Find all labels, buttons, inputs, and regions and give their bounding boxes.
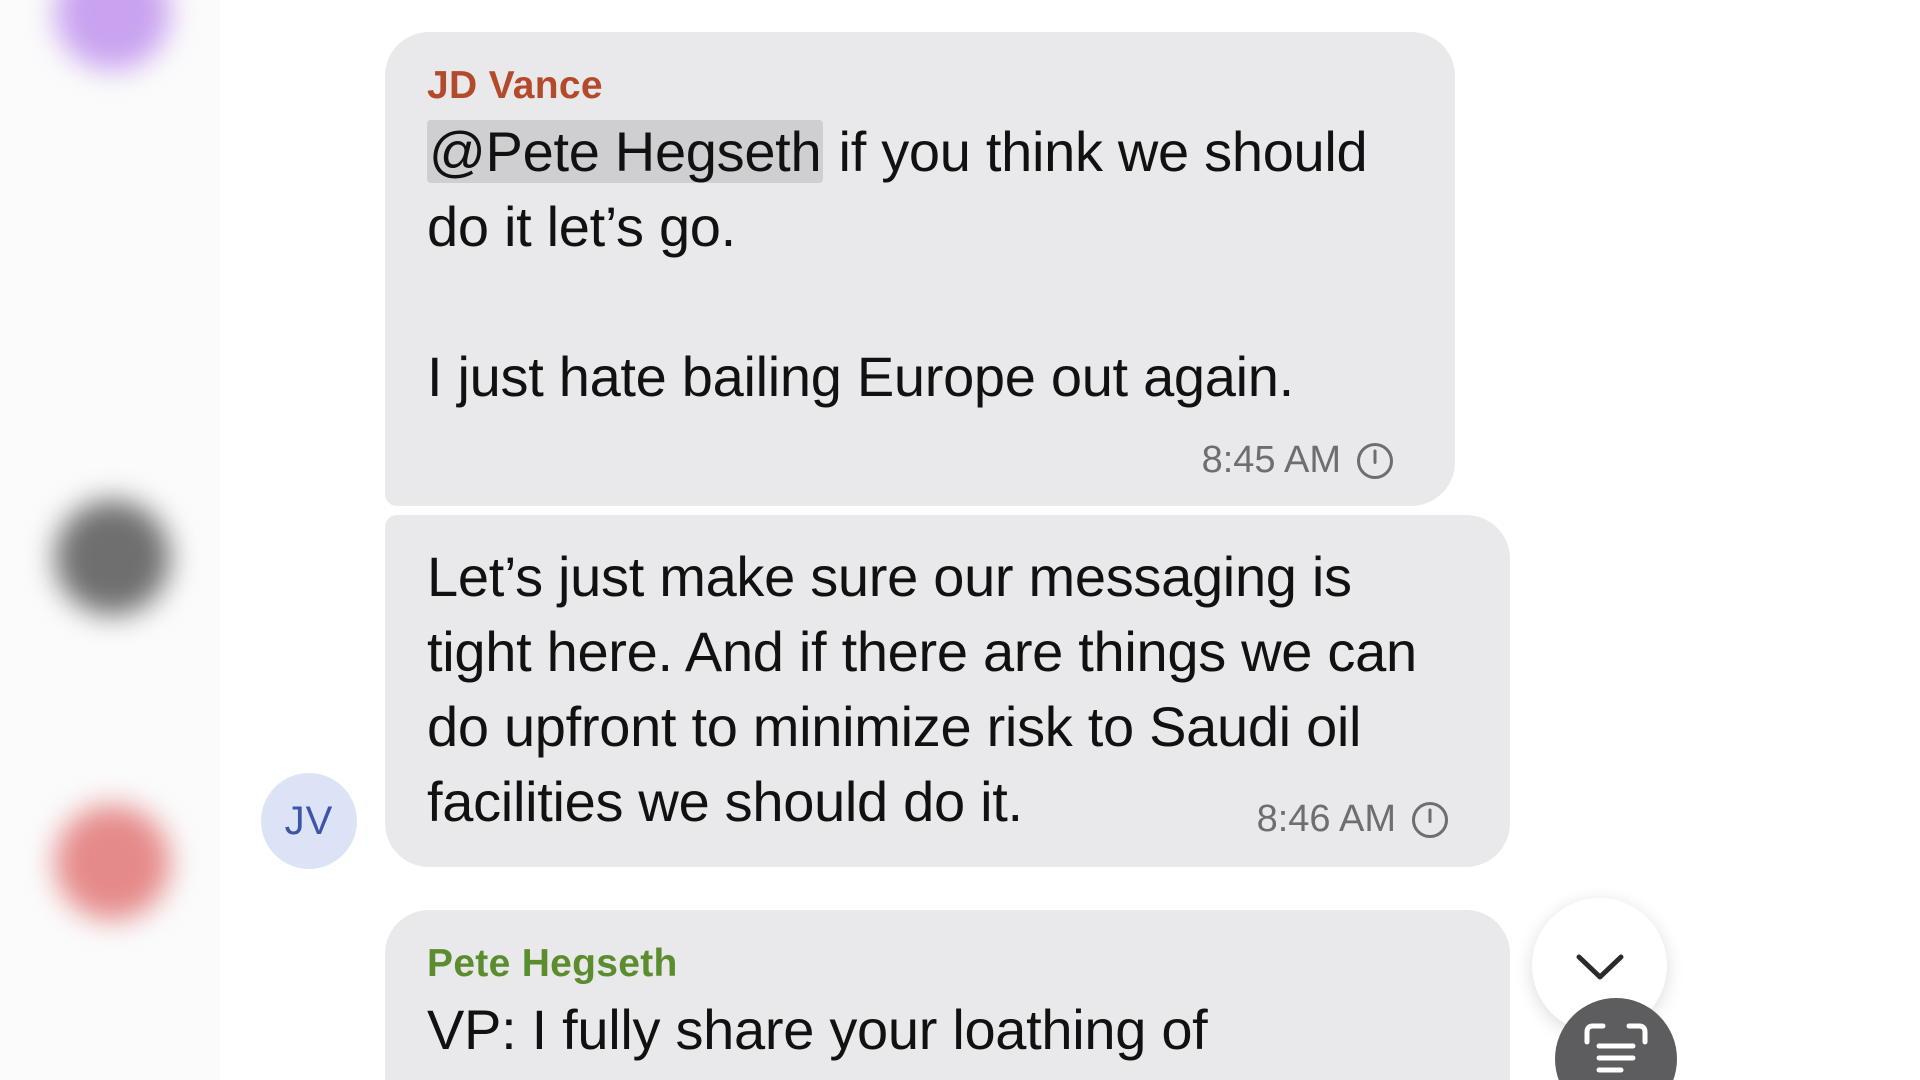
message-text: @Pete Hegseth if you think we should do … [427,114,1413,414]
blurred-avatar [55,500,170,615]
sender-name[interactable]: JD Vance [427,58,1413,114]
clock-icon [1357,442,1393,479]
message-text: Let’s just make sure our messaging is ti… [427,545,1433,833]
message-time: 8:46 AM [1256,798,1396,840]
sender-name[interactable]: Pete Hegseth [427,936,1468,992]
avatar[interactable]: JV [261,773,357,869]
message-text: VP: I fully share your loathing of [427,998,1208,1061]
message-bubble[interactable]: JD Vance @Pete Hegseth if you think we s… [385,32,1455,506]
chat-screen: JD Vance @Pete Hegseth if you think we s… [0,0,1920,1080]
blurred-avatar [55,805,170,920]
blurred-avatar [55,0,170,70]
message-meta: 8:45 AM [1202,439,1395,482]
left-sidebar-strip [0,0,220,1080]
mention-link[interactable]: @Pete Hegseth [427,120,824,183]
clock-icon [1412,801,1448,838]
text-scan-icon [1584,1023,1648,1073]
message-meta: 8:46 AM [1257,798,1450,841]
message-bubble[interactable]: Let’s just make sure our messaging is ti… [385,515,1510,867]
chevron-down-icon [1576,954,1623,979]
message-bubble[interactable]: Pete Hegseth VP: I fully share your loat… [385,910,1510,1080]
message-time: 8:45 AM [1201,439,1341,481]
